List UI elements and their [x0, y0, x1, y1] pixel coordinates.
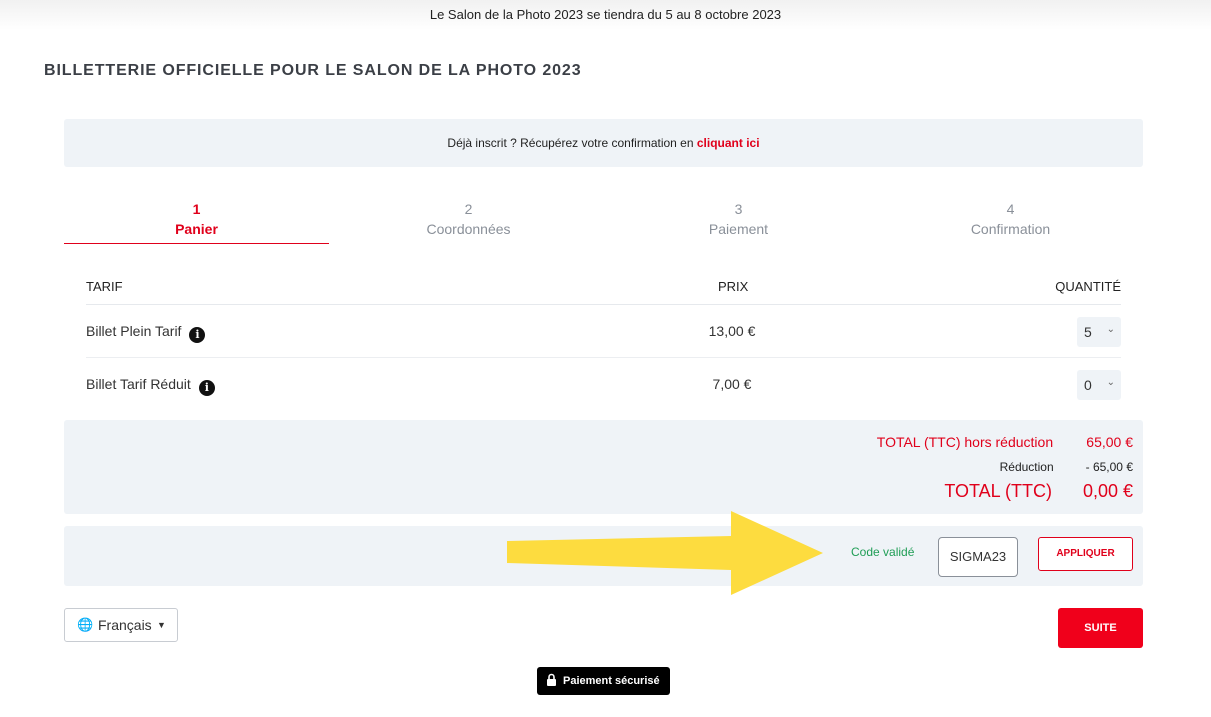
ticket-price: 7,00 € — [712, 376, 752, 392]
discount-line: Réduction - 65,00 € — [1000, 460, 1133, 474]
arrow-right-icon — [507, 511, 823, 595]
chevron-down-icon: ⌄ — [1106, 324, 1115, 335]
step-number: 4 — [1006, 201, 1015, 217]
secure-payment-badge: Paiement sécurisé — [537, 667, 670, 695]
step-number: 2 — [464, 201, 473, 217]
apply-button[interactable]: APPLIQUER — [1038, 537, 1133, 571]
info-icon[interactable]: i — [198, 380, 215, 396]
info-icon[interactable]: i — [189, 327, 206, 343]
step-label: Panier — [175, 221, 218, 237]
announcement-text: Le Salon de la Photo 2023 se tiendra du … — [429, 7, 782, 22]
total-line: TOTAL (TTC) 0,00 € — [944, 481, 1133, 502]
language-select[interactable]: 🌐 Français ▼ — [64, 608, 178, 642]
header-tarif: TARIF — [86, 279, 123, 294]
step-label: Confirmation — [970, 221, 1051, 237]
step-label: Coordonnées — [426, 221, 511, 237]
subtotal-label: TOTAL (TTC) hors réduction — [876, 434, 1054, 450]
secure-payment-label: Paiement sécurisé — [563, 675, 660, 687]
retrieve-confirmation-link[interactable]: cliquant ici — [697, 136, 760, 150]
totals-panel: TOTAL (TTC) hors réduction 65,00 € Réduc… — [64, 420, 1143, 514]
subtotal-line: TOTAL (TTC) hors réduction 65,00 € — [877, 434, 1133, 450]
quantity-value: 5 — [1084, 324, 1092, 340]
step-label: Paiement — [708, 221, 769, 237]
table-row: Billet Plein Tarif i 13,00 € 5 ⌄ — [86, 305, 1121, 358]
total-label: TOTAL (TTC) — [944, 481, 1052, 501]
table-header: TARIF PRIX QUANTITÉ — [86, 270, 1121, 305]
discount-label: Réduction — [999, 460, 1054, 474]
language-value: Français — [98, 617, 152, 633]
notice-text: Déjà inscrit ? Récupérez votre confirmat… — [447, 136, 697, 150]
ticket-name: Billet Plein Tarif i — [86, 323, 206, 343]
lock-icon — [547, 673, 556, 686]
ticket-name-text: Billet Tarif Réduit — [86, 376, 191, 392]
discount-value: - 65,00 € — [1085, 460, 1133, 474]
ticket-table: TARIF PRIX QUANTITÉ Billet Plein Tarif i … — [86, 270, 1121, 410]
caret-down-icon: ▼ — [157, 620, 166, 630]
ticket-price: 13,00 € — [708, 323, 756, 339]
ticket-name-text: Billet Plein Tarif — [86, 323, 182, 339]
step-details[interactable]: 2 Coordonnées — [336, 198, 601, 244]
ticket-name: Billet Tarif Réduit i — [86, 376, 215, 396]
header-prix: PRIX — [718, 279, 749, 294]
table-row: Billet Tarif Réduit i 7,00 € 0 ⌄ — [86, 358, 1121, 410]
total-value: 0,00 € — [1082, 481, 1133, 501]
step-payment[interactable]: 3 Paiement — [606, 198, 871, 244]
quantity-select[interactable]: 5 ⌄ — [1077, 317, 1121, 347]
step-number: 3 — [734, 201, 743, 217]
globe-icon: 🌐 — [77, 617, 94, 632]
checkout-steps: 1 Panier 2 Coordonnées 3 Paiement 4 Conf… — [64, 198, 1143, 244]
quantity-select[interactable]: 0 ⌄ — [1077, 370, 1121, 400]
step-confirmation[interactable]: 4 Confirmation — [878, 198, 1143, 244]
header-quantite: QUANTITÉ — [1055, 279, 1121, 294]
code-valid-status: Code validé — [851, 545, 915, 559]
next-button[interactable]: SUITE — [1058, 608, 1143, 648]
announcement-bar: Le Salon de la Photo 2023 se tiendra du … — [0, 0, 1211, 30]
step-cart[interactable]: 1 Panier — [64, 198, 329, 244]
promo-code-input[interactable]: SIGMA23 — [938, 537, 1018, 577]
subtotal-value: 65,00 € — [1086, 434, 1133, 450]
page-title: BILLETTERIE OFFICIELLE POUR LE SALON DE … — [44, 62, 582, 79]
already-registered-notice: Déjà inscrit ? Récupérez votre confirmat… — [64, 119, 1143, 167]
chevron-down-icon: ⌄ — [1106, 377, 1115, 388]
step-number: 1 — [192, 201, 201, 217]
quantity-value: 0 — [1084, 377, 1092, 393]
